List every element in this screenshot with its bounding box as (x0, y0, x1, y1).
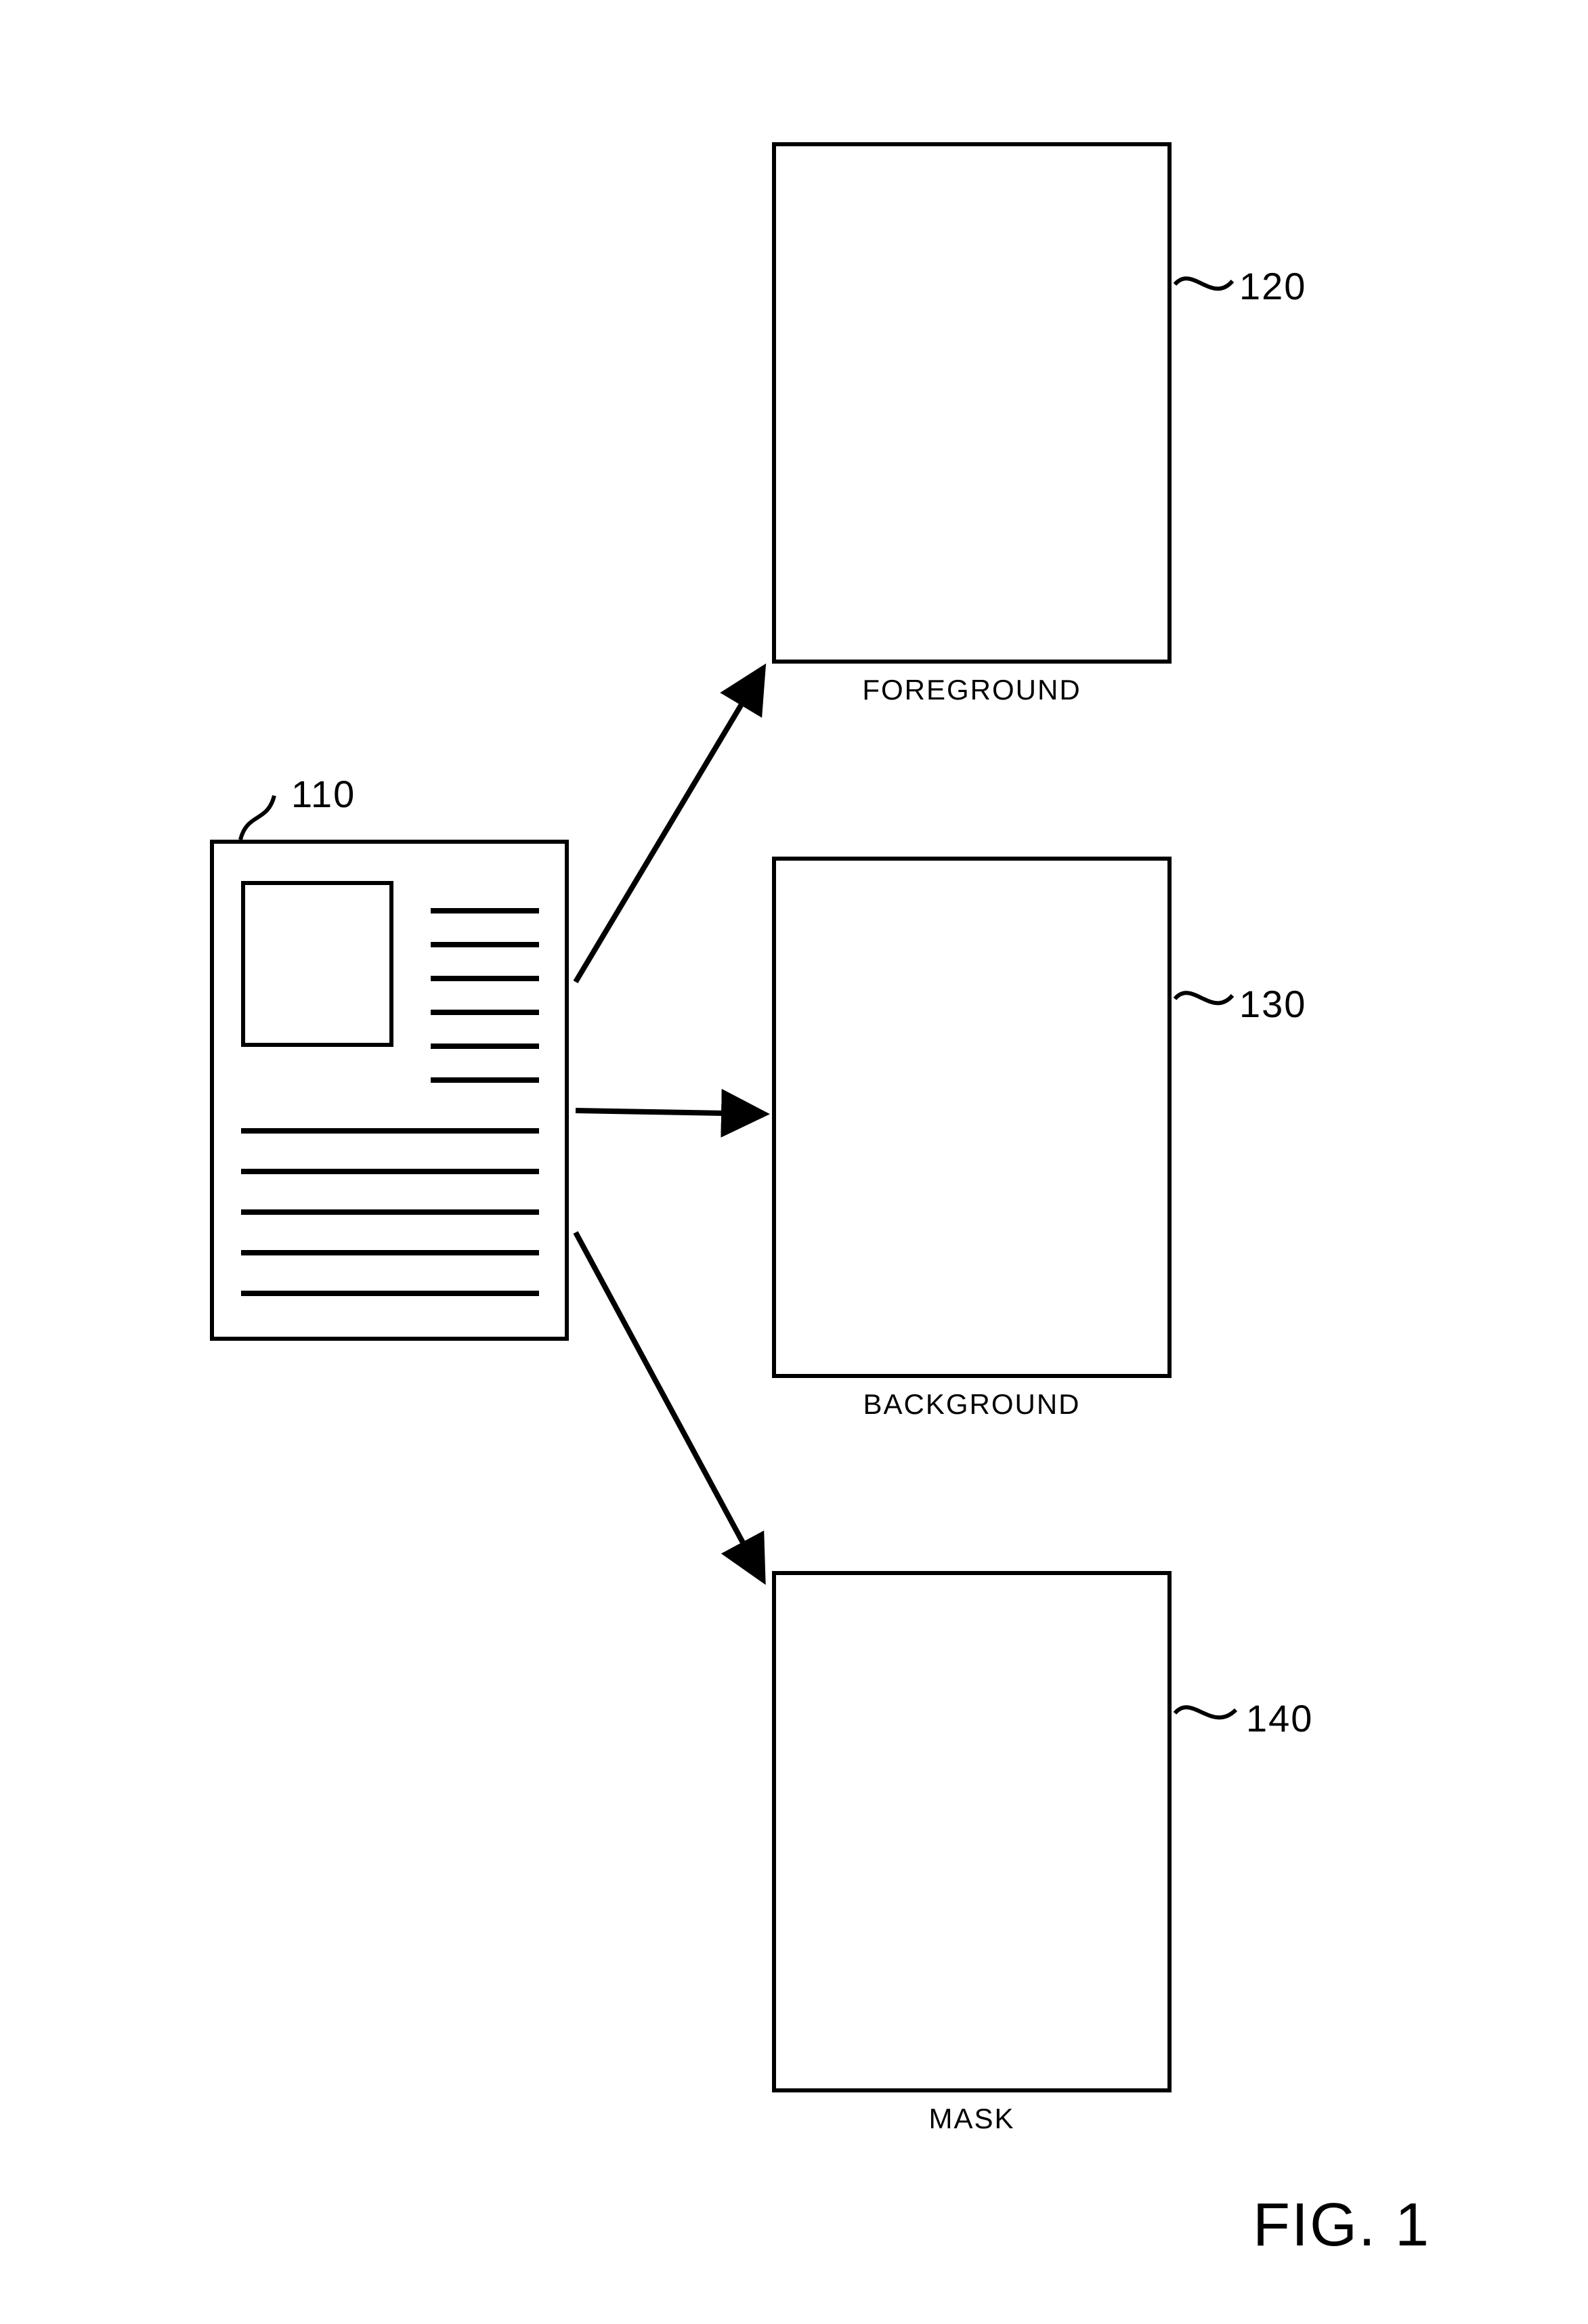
doc-line (241, 1209, 539, 1215)
mask-label: MASK (772, 2103, 1172, 2135)
arrow-to-background (576, 1111, 762, 1114)
mask-box (772, 1571, 1172, 2092)
doc-line (241, 1250, 539, 1255)
doc-line (431, 908, 539, 913)
source-inner-image (241, 881, 393, 1047)
doc-line (431, 976, 539, 981)
leadline-130 (1175, 993, 1232, 1003)
ref-num-source: 110 (291, 772, 356, 816)
arrow-to-foreground (576, 670, 762, 982)
leadline-110 (240, 796, 274, 840)
doc-line (241, 1169, 539, 1174)
doc-line (431, 1010, 539, 1015)
ref-num-foreground: 120 (1239, 264, 1306, 308)
doc-line (241, 1291, 539, 1296)
figure-canvas: 110 FOREGROUND 120 BACKGROUND 130 MASK 1… (0, 0, 1588, 2324)
source-document-box (210, 840, 569, 1341)
doc-line (431, 942, 539, 947)
ref-num-background: 130 (1239, 982, 1306, 1026)
doc-line (241, 1128, 539, 1134)
leadline-120 (1175, 278, 1232, 288)
background-box (772, 857, 1172, 1378)
doc-line (431, 1043, 539, 1049)
foreground-box (772, 142, 1172, 664)
arrow-to-mask (576, 1232, 762, 1578)
ref-num-mask: 140 (1246, 1696, 1313, 1740)
doc-line (431, 1077, 539, 1083)
leadline-140 (1175, 1707, 1236, 1717)
foreground-label: FOREGROUND (772, 674, 1172, 706)
background-label: BACKGROUND (772, 1388, 1172, 1421)
figure-title: FIG. 1 (1253, 2191, 1430, 2260)
